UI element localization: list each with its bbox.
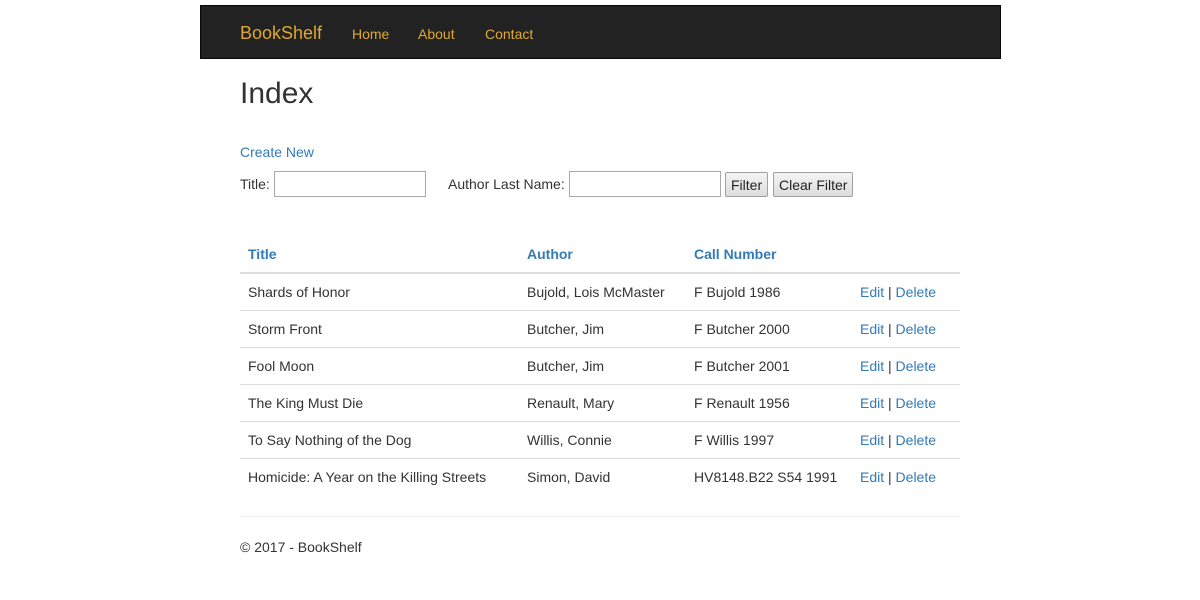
cell-title: The King Must Die	[240, 384, 519, 422]
page-title: Index	[240, 77, 314, 110]
cell-actions: Edit | Delete	[852, 458, 960, 495]
cell-actions: Edit | Delete	[852, 273, 960, 311]
delete-link[interactable]: Delete	[896, 358, 936, 374]
cell-author: Butcher, Jim	[519, 347, 686, 385]
cell-call-number: HV8148.B22 S54 1991	[686, 458, 852, 495]
title-filter-label: Title:	[240, 176, 270, 192]
cell-call-number: F Butcher 2001	[686, 347, 852, 385]
nav-link-home[interactable]: Home	[352, 25, 389, 43]
column-header-title: Title	[240, 236, 519, 274]
column-header-actions	[852, 236, 960, 274]
footer-divider	[240, 516, 960, 517]
navbar: BookShelf Home About Contact	[200, 5, 1001, 59]
table-row: Homicide: A Year on the Killing Streets …	[240, 458, 960, 495]
cell-actions: Edit | Delete	[852, 347, 960, 385]
cell-author: Simon, David	[519, 458, 686, 495]
table-row: Storm Front Butcher, Jim F Butcher 2000 …	[240, 310, 960, 348]
cell-title: Storm Front	[240, 310, 519, 348]
sort-title-link[interactable]: Title	[248, 246, 277, 262]
action-separator: |	[888, 395, 892, 411]
cell-actions: Edit | Delete	[852, 310, 960, 348]
column-header-call-number: Call Number	[686, 236, 852, 274]
nav-link-about[interactable]: About	[418, 25, 455, 43]
action-separator: |	[888, 321, 892, 337]
edit-link[interactable]: Edit	[860, 321, 884, 337]
cell-title: Fool Moon	[240, 347, 519, 385]
table-row: Fool Moon Butcher, Jim F Butcher 2001 Ed…	[240, 347, 960, 385]
edit-link[interactable]: Edit	[860, 469, 884, 485]
table-row: The King Must Die Renault, Mary F Renaul…	[240, 384, 960, 422]
cell-author: Willis, Connie	[519, 421, 686, 459]
action-separator: |	[888, 469, 892, 485]
title-filter-input[interactable]	[274, 171, 426, 197]
cell-call-number: F Butcher 2000	[686, 310, 852, 348]
table-row: To Say Nothing of the Dog Willis, Connie…	[240, 421, 960, 459]
cell-title: Homicide: A Year on the Killing Streets	[240, 458, 519, 495]
delete-link[interactable]: Delete	[896, 321, 936, 337]
cell-title: To Say Nothing of the Dog	[240, 421, 519, 459]
action-separator: |	[888, 284, 892, 300]
edit-link[interactable]: Edit	[860, 358, 884, 374]
delete-link[interactable]: Delete	[896, 432, 936, 448]
cell-author: Bujold, Lois McMaster	[527, 284, 665, 300]
filter-button[interactable]: Filter	[725, 172, 769, 197]
delete-link[interactable]: Delete	[896, 469, 936, 485]
sort-author-link[interactable]: Author	[527, 246, 573, 262]
cell-title: Shards of Honor	[248, 284, 350, 300]
filter-form: Title: Author Last Name: Filter Clear Fi…	[240, 171, 940, 197]
table-row: Shards of Honor Bujold, Lois McMaster F …	[240, 273, 960, 311]
nav-link-contact[interactable]: Contact	[485, 25, 533, 43]
create-new-link[interactable]: Create New	[240, 143, 314, 161]
cell-author: Renault, Mary	[519, 384, 686, 422]
delete-link[interactable]: Delete	[896, 284, 936, 300]
table-header-row: Title Author Call Number	[240, 236, 960, 274]
delete-link[interactable]: Delete	[896, 395, 936, 411]
edit-link[interactable]: Edit	[860, 395, 884, 411]
brand-link[interactable]: BookShelf	[240, 22, 322, 44]
sort-call-number-link[interactable]: Call Number	[694, 246, 776, 262]
cell-call-number: F Bujold 1986	[694, 284, 781, 300]
footer-copyright: © 2017 - BookShelf	[240, 539, 362, 555]
cell-actions: Edit | Delete	[852, 421, 960, 459]
cell-author: Butcher, Jim	[519, 310, 686, 348]
action-separator: |	[888, 432, 892, 448]
books-table: Title Author Call Number Shards of Honor…	[240, 236, 960, 495]
clear-filter-button[interactable]: Clear Filter	[773, 172, 854, 197]
edit-link[interactable]: Edit	[860, 284, 884, 300]
cell-call-number: F Renault 1956	[686, 384, 852, 422]
column-header-author: Author	[519, 236, 686, 274]
cell-call-number: F Willis 1997	[686, 421, 852, 459]
author-filter-input[interactable]	[569, 171, 721, 197]
edit-link[interactable]: Edit	[860, 432, 884, 448]
cell-actions: Edit | Delete	[852, 384, 960, 422]
action-separator: |	[888, 358, 892, 374]
author-filter-label: Author Last Name:	[448, 176, 565, 192]
